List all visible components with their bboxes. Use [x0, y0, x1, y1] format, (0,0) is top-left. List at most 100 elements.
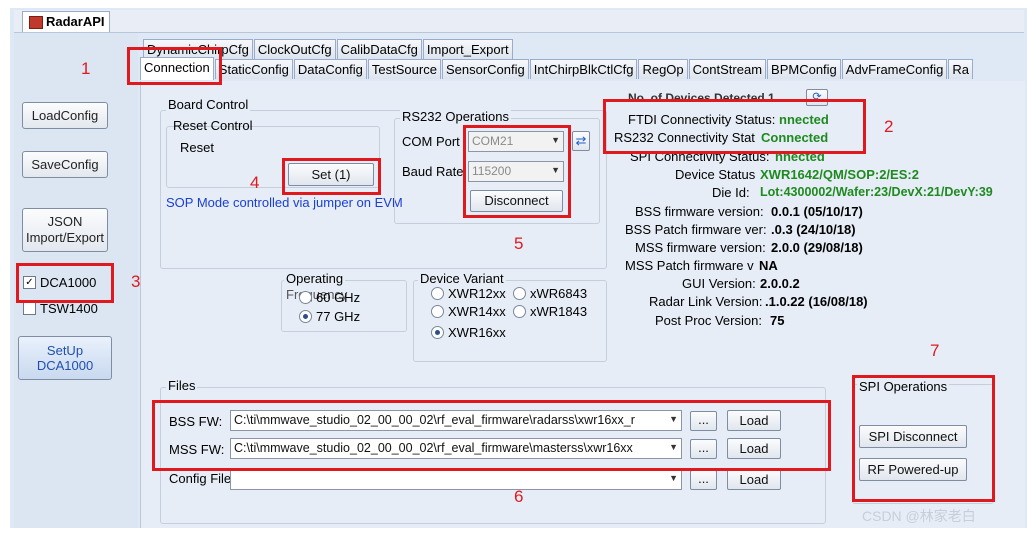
tab-int-chirp-blk-ctl-cfg[interactable]: IntChirpBlkCtlCfg [529, 59, 638, 79]
tab-cont-stream[interactable]: ContStream [688, 59, 767, 79]
annotation-5: 5 [514, 234, 524, 253]
radio-off-icon [431, 305, 444, 318]
die-id-label: Die Id: [712, 185, 750, 200]
mss-patch-label: MSS Patch firmware v [625, 258, 754, 273]
highlight-box-dca1000 [16, 263, 114, 303]
variant-xwr16xx-radio[interactable]: XWR16xx [431, 325, 506, 340]
checkbox-empty-icon [23, 302, 36, 315]
bss-fw-value: 0.0.1 (05/10/17) [771, 204, 863, 219]
bss-patch-value: .0.3 (24/10/18) [771, 222, 856, 237]
tab-import-export[interactable]: Import_Export [422, 39, 513, 59]
device-status-label: Device Status [675, 167, 756, 182]
variant-xwr14xx-label: XWR14xx [448, 304, 506, 319]
tab-test-source[interactable]: TestSource [367, 59, 441, 79]
radio-on-icon [299, 310, 312, 323]
save-config-button[interactable]: SaveConfig [22, 151, 108, 178]
annotation-1: 1 [81, 59, 91, 78]
radar-link-label: Radar Link Version: [649, 294, 763, 309]
files-title: Files [166, 378, 198, 393]
tsw1400-checkbox[interactable]: TSW1400 [23, 301, 98, 316]
config-load-button[interactable]: Load [727, 469, 781, 490]
gui-version-label: GUI Version: [682, 276, 756, 291]
load-config-button[interactable]: LoadConfig [22, 102, 108, 129]
app-icon [29, 16, 43, 29]
sop-mode-note: SOP Mode controlled via jumper on EVM [166, 195, 403, 210]
operating-frequency-title: Operating [284, 271, 346, 286]
title-bar [14, 10, 1024, 33]
radio-off-icon [431, 287, 444, 300]
setup-device-label: DCA1000 [36, 358, 94, 373]
bss-patch-label: BSS Patch firmware ver: [625, 222, 767, 237]
freq-77ghz-label: 77 GHz [316, 309, 361, 324]
radar-link-value: .1.0.22 (16/08/18) [765, 294, 868, 309]
annotation-6: 6 [514, 487, 524, 506]
reset-control-title: Reset Control [173, 118, 253, 133]
highlight-box-connectivity-status [603, 99, 866, 154]
annotation-2: 2 [884, 117, 894, 136]
baud-rate-label: Baud Rate [402, 164, 464, 179]
bss-fw-label: BSS firmware version: [635, 204, 764, 219]
die-id-value: Lot:4300002/Wafer:23/DevX:21/DevY:39 [760, 185, 993, 199]
com-port-label: COM Port [402, 134, 460, 149]
variant-xwr14xx-radio[interactable]: XWR14xx [431, 304, 506, 319]
radio-off-icon [299, 291, 312, 304]
post-proc-label: Post Proc Version: [655, 313, 762, 328]
tab-row-main: Connection StaticConfig DataConfig TestS… [140, 57, 974, 80]
mss-fw-label: MSS firmware version: [635, 240, 766, 255]
highlight-box-set-button [282, 158, 381, 195]
tab-adv-frame-config[interactable]: AdvFrameConfig [841, 59, 948, 79]
post-proc-value: 75 [770, 313, 785, 328]
dropdown-arrow-icon: ▼ [669, 473, 678, 483]
board-control-title: Board Control [166, 97, 251, 112]
rs232-title: RS232 Operations [400, 109, 511, 124]
setup-dca1000-button[interactable]: SetUp DCA1000 [18, 336, 112, 380]
highlight-box-firmware-files [152, 400, 831, 471]
refresh-ports-button[interactable]: ⇄ [572, 131, 590, 151]
tab-static-config[interactable]: StaticConfig [214, 59, 293, 79]
device-variant-title: Device Variant [418, 271, 506, 286]
freq-60ghz-radio[interactable]: 60 GHz [299, 290, 360, 305]
freq-77ghz-radio[interactable]: 77 GHz [299, 309, 360, 324]
tab-clock-out-cfg[interactable]: ClockOutCfg [253, 39, 336, 59]
config-file-label: Config File [169, 471, 232, 486]
radio-off-icon [513, 305, 526, 318]
radio-off-icon [513, 287, 526, 300]
tab-bpm-config[interactable]: BPMConfig [767, 59, 841, 79]
refresh-icon: ⇄ [575, 133, 587, 148]
watermark: CSDN @林家老白 [862, 508, 976, 524]
gui-version-value: 2.0.0.2 [760, 276, 800, 291]
tab-sensor-config[interactable]: SensorConfig [441, 59, 529, 79]
annotation-3: 3 [131, 272, 141, 291]
variant-xwr6843-label: xWR6843 [530, 286, 588, 301]
highlight-box-spi-operations [852, 375, 995, 502]
tsw1400-label: TSW1400 [40, 301, 98, 316]
window-tab[interactable]: RadarAPI [22, 11, 110, 32]
window-title: RadarAPI [46, 14, 105, 29]
variant-xwr1843-label: xWR1843 [530, 304, 588, 319]
device-status-value: XWR1642/QM/SOP:2/ES:2 [760, 167, 919, 182]
import-export-label: Import/Export [25, 230, 105, 245]
mss-patch-value: NA [759, 258, 778, 273]
config-file-select[interactable]: ▼ [230, 469, 682, 490]
highlight-box-rs232 [463, 125, 571, 218]
tab-data-config[interactable]: DataConfig [293, 59, 367, 79]
freq-60ghz-label: 60 GHz [316, 290, 361, 305]
annotation-4: 4 [250, 173, 260, 192]
reset-label: Reset [180, 140, 214, 155]
highlight-box-connection-tab [127, 47, 222, 85]
tab-overflow[interactable]: Ra [948, 59, 973, 79]
tab-reg-op[interactable]: RegOp [638, 59, 688, 79]
annotation-7: 7 [930, 341, 940, 360]
variant-xwr1843-radio[interactable]: xWR1843 [513, 304, 587, 319]
mss-fw-value: 2.0.0 (29/08/18) [771, 240, 863, 255]
config-browse-button[interactable]: ... [690, 470, 717, 490]
tab-calib-data-cfg[interactable]: CalibDataCfg [336, 39, 422, 59]
setup-label: SetUp [46, 343, 84, 358]
json-label: JSON [47, 214, 83, 229]
radio-on-icon [431, 326, 444, 339]
json-import-export-button[interactable]: JSON Import/Export [22, 208, 108, 252]
variant-xwr12xx-label: XWR12xx [448, 286, 506, 301]
variant-xwr16xx-label: XWR16xx [448, 325, 506, 340]
variant-xwr12xx-radio[interactable]: XWR12xx [431, 286, 506, 301]
variant-xwr6843-radio[interactable]: xWR6843 [513, 286, 587, 301]
